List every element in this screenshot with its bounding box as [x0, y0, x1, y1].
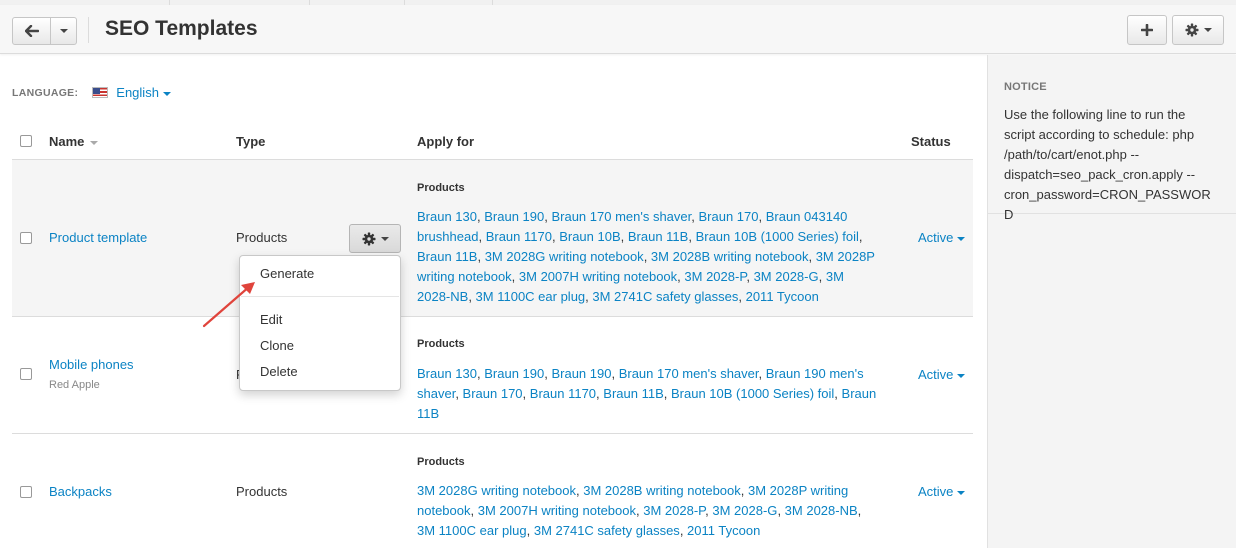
page-title: SEO Templates	[105, 17, 258, 40]
apply-for-title: Products	[417, 456, 465, 468]
template-name-link[interactable]: Backpacks	[49, 484, 112, 499]
plus-icon	[1141, 24, 1153, 36]
chevron-down-icon	[957, 236, 966, 241]
product-link[interactable]: 3M 1100C ear plug	[417, 523, 527, 538]
arrow-left-icon	[24, 25, 39, 37]
product-link[interactable]: Braun 11B	[417, 249, 477, 264]
language-label: LANGUAGE:	[12, 86, 79, 99]
product-link[interactable]: Braun 130	[417, 209, 477, 224]
language-selector: LANGUAGE: English	[12, 85, 171, 100]
product-link[interactable]: Braun 10B	[559, 229, 620, 244]
product-link[interactable]: 3M 1100C ear plug	[476, 289, 586, 304]
notice-panel: NOTICE Use the following line to run the…	[988, 55, 1236, 222]
column-header-apply-for: Apply for	[417, 134, 475, 149]
column-header-status: Status	[911, 134, 951, 149]
product-link[interactable]: 2011 Tycoon	[746, 289, 819, 304]
product-link[interactable]: Braun 1170	[486, 229, 552, 244]
sidebar: NOTICE Use the following line to run the…	[987, 55, 1236, 548]
product-link[interactable]: 3M 2028B writing notebook	[651, 249, 809, 264]
product-link[interactable]: 2011 Tycoon	[687, 523, 760, 538]
template-subtitle: Red Apple	[49, 379, 100, 391]
select-all-checkbox[interactable]	[20, 135, 32, 147]
apply-for-title: Products	[417, 338, 465, 350]
page-header: SEO Templates	[0, 5, 1236, 54]
product-link[interactable]: Braun 130	[417, 366, 477, 381]
column-header-type: Type	[236, 134, 266, 149]
table-row: Mobile phones Red Apple P Products Braun…	[12, 317, 973, 433]
product-link[interactable]: 3M 2007H writing notebook	[478, 503, 636, 518]
product-link[interactable]: Braun 170 men's shaver	[551, 209, 691, 224]
product-link[interactable]: Braun 190	[484, 209, 544, 224]
table-row: Product template Products Products Braun…	[12, 160, 973, 316]
row-checkbox[interactable]	[20, 232, 32, 244]
gear-icon	[1185, 23, 1198, 37]
main-content: LANGUAGE: English Name Type Apply for St…	[0, 55, 987, 548]
menu-item-clone[interactable]: Clone	[260, 338, 294, 353]
sort-caret-icon	[90, 140, 99, 145]
row-checkbox[interactable]	[20, 368, 32, 380]
template-name-link[interactable]: Product template	[49, 230, 147, 245]
language-dropdown[interactable]: English	[116, 85, 171, 100]
product-link[interactable]: Braun 10B (1000 Series) foil	[696, 229, 859, 244]
product-link[interactable]: Braun 11B	[603, 386, 663, 401]
row-checkbox[interactable]	[20, 486, 32, 498]
back-dropdown-button[interactable]	[50, 17, 77, 45]
product-link[interactable]: 3M 2007H writing notebook	[519, 269, 677, 284]
product-link[interactable]: Braun 11B	[628, 229, 688, 244]
product-link[interactable]: 3M 2028-P	[643, 503, 705, 518]
apply-for-list: Braun 130, Braun 190, Braun 190, Braun 1…	[417, 366, 877, 421]
product-link[interactable]: 3M 2028G writing notebook	[485, 249, 644, 264]
product-link[interactable]: Braun 170	[699, 209, 759, 224]
settings-button[interactable]	[1172, 15, 1224, 45]
notice-text: Use the following line to run the script…	[1004, 107, 1211, 222]
product-link[interactable]: 3M 2028-G	[712, 503, 777, 518]
chevron-down-icon	[162, 91, 171, 96]
column-name-label: Name	[49, 134, 85, 149]
status-dropdown[interactable]: Active	[918, 367, 966, 382]
template-name-link[interactable]: Mobile phones	[49, 357, 134, 372]
product-link[interactable]: Braun 190	[551, 366, 611, 381]
language-value: English	[116, 85, 159, 100]
apply-for-list: Braun 130, Braun 190, Braun 170 men's sh…	[417, 209, 875, 304]
annotation-arrow-icon	[202, 282, 255, 328]
product-link[interactable]: 3M 2741C safety glasses	[592, 289, 738, 304]
table-row: Backpacks Products Products 3M 2028G wri…	[12, 434, 973, 548]
apply-for-title: Products	[417, 182, 465, 194]
status-label: Active	[918, 367, 954, 382]
menu-item-generate[interactable]: Generate	[260, 266, 314, 281]
gear-icon	[362, 232, 375, 245]
menu-item-delete[interactable]: Delete	[260, 364, 298, 379]
product-link[interactable]: 3M 2028-P	[684, 269, 746, 284]
product-link[interactable]: Braun 10B (1000 Series) foil	[671, 386, 834, 401]
chevron-down-icon	[957, 490, 966, 495]
notice-title: NOTICE	[1004, 81, 1047, 93]
chevron-down-icon	[380, 236, 389, 241]
status-dropdown[interactable]: Active	[918, 484, 966, 499]
product-link[interactable]: 3M 2028B writing notebook	[583, 483, 741, 498]
apply-for-list: 3M 2028G writing notebook, 3M 2028B writ…	[417, 483, 862, 538]
product-link[interactable]: Braun 170	[463, 386, 523, 401]
header-divider	[88, 17, 89, 43]
product-link[interactable]: Braun 1170	[530, 386, 596, 401]
add-button[interactable]	[1127, 15, 1167, 45]
product-link[interactable]: 3M 2741C safety glasses	[534, 523, 680, 538]
product-link[interactable]: 3M 2028-G	[754, 269, 819, 284]
product-link[interactable]: Braun 170 men's shaver	[619, 366, 759, 381]
chevron-down-icon	[59, 29, 68, 33]
column-header-name[interactable]: Name	[49, 134, 99, 149]
template-type: Products	[236, 230, 288, 245]
status-label: Active	[918, 230, 954, 245]
product-link[interactable]: 3M 2028-NB	[785, 503, 858, 518]
product-link[interactable]: 3M 2028G writing notebook	[417, 483, 576, 498]
back-button[interactable]	[12, 17, 51, 45]
chevron-down-icon	[1203, 28, 1212, 32]
row-gear-button[interactable]	[349, 224, 401, 253]
us-flag-icon	[92, 87, 109, 98]
chevron-down-icon	[957, 373, 966, 378]
template-type: Products	[236, 484, 288, 499]
status-dropdown[interactable]: Active	[918, 230, 966, 245]
product-link[interactable]: Braun 190	[484, 366, 544, 381]
status-label: Active	[918, 484, 954, 499]
